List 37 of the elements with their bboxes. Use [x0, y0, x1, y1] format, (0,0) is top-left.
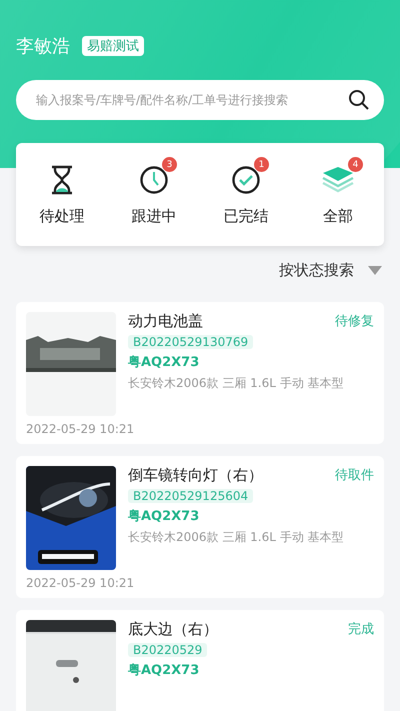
status-tab[interactable]: 待处理 [16, 155, 108, 226]
order-status: 完成 [348, 621, 374, 639]
order-number: B20220529130769 [128, 335, 254, 349]
count-badge: 1 [254, 157, 269, 172]
order-card[interactable]: 动力电池盖 待修复 B20220529130769 粤AQ2X73 长安铃木2006款 三厢 1.6L 手动 基本型 2022-05-29 10:21 [16, 302, 384, 444]
check-circle-icon [231, 165, 261, 195]
clock-icon [139, 165, 169, 195]
order-status: 待取件 [335, 467, 374, 485]
stack-icon [321, 165, 355, 195]
order-card[interactable]: 倒车镜转向灯（右） 待取件 B20220529125604 粤AQ2X73 长安铃木2006款 三厢 1.6L 手动 基本型 2022-05-29 10:21 [16, 456, 384, 598]
account-tag: 易赔测试 [82, 36, 144, 56]
status-tab[interactable]: 4 全部 [292, 155, 384, 226]
part-name: 底大边（右） [128, 620, 218, 639]
search-input[interactable]: 输入报案号/车牌号/配件名称/工单号进行接搜索 [34, 92, 348, 108]
order-card[interactable]: 底大边（右） 完成 B20220529 粤AQ2X73 [16, 610, 384, 711]
count-badge: 4 [348, 157, 363, 172]
hourglass-icon [49, 165, 75, 195]
count-badge: 3 [162, 157, 177, 172]
dropdown-icon[interactable] [368, 266, 382, 275]
order-number: B20220529 [128, 643, 208, 657]
status-tab[interactable]: 3 跟进中 [108, 155, 200, 226]
part-name: 动力电池盖 [128, 312, 203, 331]
vehicle-model: 长安铃木2006款 三厢 1.6L 手动 基本型 [128, 375, 344, 392]
status-tab[interactable]: 1 已完结 [200, 155, 292, 226]
search-field[interactable]: 输入报案号/车牌号/配件名称/工单号进行接搜索 [16, 80, 384, 120]
order-status: 待修复 [335, 313, 374, 331]
order-time: 2022-05-29 10:21 [26, 422, 136, 436]
order-time: 2022-05-29 10:21 [26, 576, 136, 590]
order-number: B20220529125604 [128, 489, 254, 503]
search-icon[interactable] [348, 89, 370, 111]
vehicle-model: 长安铃木2006款 三厢 1.6L 手动 基本型 [128, 529, 344, 546]
user-name: 李敏浩 [16, 35, 70, 58]
plate-number: 粤AQ2X73 [128, 354, 200, 371]
status-filter[interactable]: 按状态搜索 [279, 261, 354, 280]
plate-number: 粤AQ2X73 [128, 662, 200, 679]
part-name: 倒车镜转向灯（右） [128, 466, 263, 485]
plate-number: 粤AQ2X73 [128, 508, 200, 525]
